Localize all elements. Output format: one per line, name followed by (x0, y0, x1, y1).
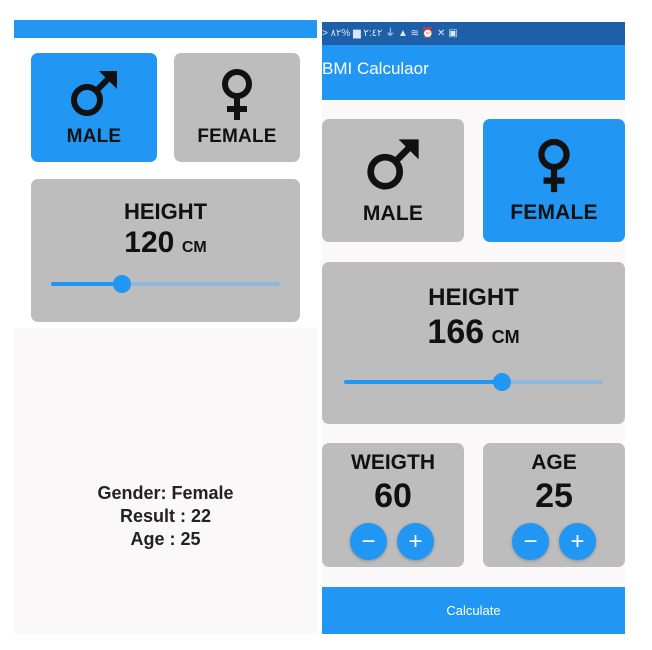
male-label: MALE (362, 201, 424, 225)
calculate-button[interactable]: Calculate (322, 587, 625, 634)
height-slider-thumb[interactable] (112, 275, 131, 293)
age-plus-button[interactable]: + (559, 523, 596, 560)
status-bar: > ٢:٤٢ ▆ %٨٢ ⏚ ▲ ≋ ⏰ ✕ ▣ (322, 22, 625, 45)
male-label: MALE (66, 125, 122, 147)
age-card: AGE 25 − + (483, 443, 625, 567)
result-gender-text: Gender: Female (97, 483, 234, 503)
app-bar-strip (14, 20, 317, 38)
height-value: 120 (124, 226, 175, 259)
age-minus-button[interactable]: − (512, 523, 549, 560)
app-title: BMI Calculaor (322, 59, 429, 78)
height-value-row: 120 CM (31, 226, 300, 260)
height-slider-fill (344, 380, 502, 384)
height-card: HEIGHT 120 CM (31, 179, 300, 322)
height-unit: CM (491, 327, 520, 347)
height-value: 166 (427, 313, 485, 351)
male-symbol-icon (71, 70, 117, 116)
height-title: HEIGHT (123, 199, 208, 224)
weight-value: 60 (374, 477, 412, 515)
result-age-text: Age : 25 (130, 529, 201, 549)
height-title: HEIGHT (428, 284, 519, 311)
female-label: FEMALE (197, 125, 277, 147)
height-slider-fill (51, 282, 122, 286)
height-unit: CM (181, 239, 207, 256)
weight-title: WEIGTH (351, 451, 435, 474)
female-label: FEMALE (510, 200, 598, 224)
male-card[interactable]: MALE (31, 53, 157, 162)
weight-card: WEIGTH 60 − + (322, 443, 464, 567)
result-value-text: Result : 22 (119, 506, 212, 526)
female-symbol-icon (222, 68, 252, 120)
height-slider-thumb[interactable] (492, 373, 511, 391)
app-bar: BMI Calculaor (322, 45, 625, 100)
weight-minus-button[interactable]: − (350, 523, 387, 560)
male-card[interactable]: MALE (322, 119, 464, 242)
female-card[interactable]: FEMALE (483, 119, 625, 242)
female-card[interactable]: FEMALE (174, 53, 300, 162)
right-screen: > ٢:٤٢ ▆ %٨٢ ⏚ ▲ ≋ ⏰ ✕ ▣ BMI Calculaor M… (322, 22, 625, 634)
female-symbol-icon (538, 138, 570, 192)
age-value: 25 (535, 477, 573, 515)
male-symbol-icon (367, 138, 419, 190)
height-value-row: 166 CM (322, 313, 625, 352)
height-card: HEIGHT 166 CM (322, 262, 625, 424)
weight-plus-button[interactable]: + (397, 523, 434, 560)
age-title: AGE (531, 451, 577, 474)
left-screen: MALE FEMALE HEIGHT 120 CM Gender: Female… (14, 20, 317, 634)
